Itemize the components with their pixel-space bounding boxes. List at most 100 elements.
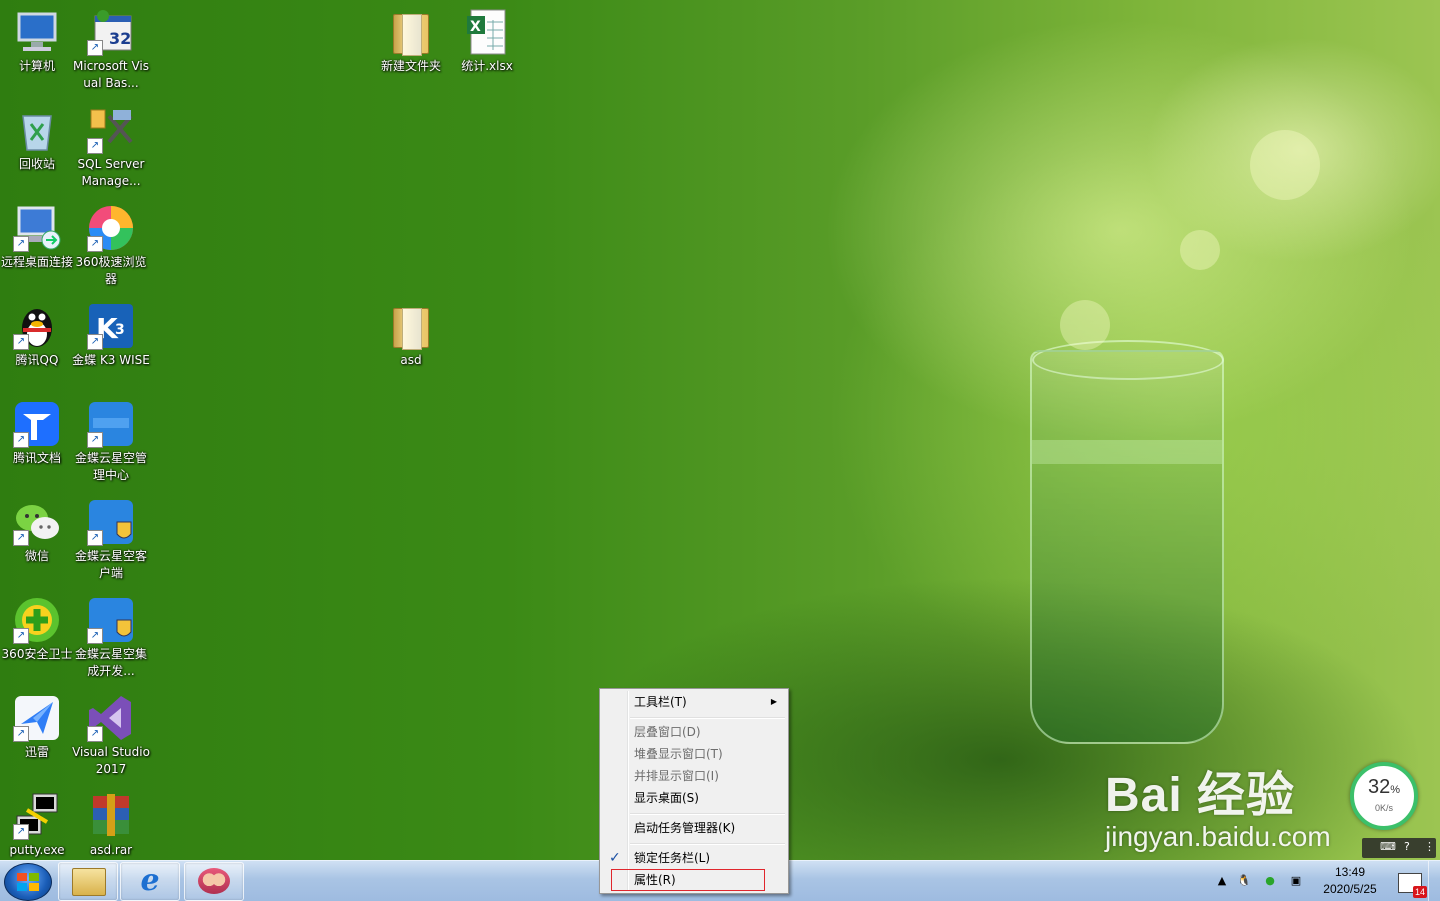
visual-basic-icon: 32 ↗ xyxy=(87,8,135,56)
remote-desktop-icon: ↗ xyxy=(13,204,61,252)
menu-item-side-by-side[interactable]: 并排显示窗口(I) xyxy=(603,765,785,787)
desktop-icon-kingdee-client[interactable]: ↗ 金蝶云星空客户端 xyxy=(72,494,150,582)
desktop-icon-qq[interactable]: ↗ 腾讯QQ xyxy=(0,298,76,369)
icon-label: 统计.xlsx xyxy=(461,59,513,73)
icon-label: 360安全卫士 xyxy=(1,647,73,661)
desktop-icon-sql-server[interactable]: ↗ SQL Server Manage... xyxy=(72,102,150,190)
desktop-icon-360-safe[interactable]: ↗ 360安全卫士 xyxy=(0,592,76,663)
wechat-tray-icon[interactable]: ● xyxy=(1262,873,1278,889)
recycle-bin-icon xyxy=(13,106,61,154)
icon-label: Visual Studio 2017 xyxy=(72,745,150,776)
menu-separator xyxy=(630,717,785,719)
icon-label: SQL Server Manage... xyxy=(77,157,145,188)
qq-penguin-icon: ↗ xyxy=(13,302,61,350)
svg-text:3: 3 xyxy=(115,322,125,338)
kingdee-cloud-icon: ↗ xyxy=(87,400,135,448)
vb-32-badge: 32 xyxy=(109,29,131,48)
desktop-icon-computer[interactable]: 计算机 xyxy=(0,4,76,75)
menu-item-stack-windows[interactable]: 堆叠显示窗口(T) xyxy=(603,743,785,765)
icon-label: putty.exe xyxy=(9,843,65,857)
folder-icon xyxy=(387,8,435,56)
internet-explorer-icon: e xyxy=(140,863,160,898)
menu-item-cascade-windows[interactable]: 层叠窗口(D) xyxy=(603,721,785,743)
wallpaper-bokeh xyxy=(1060,300,1110,350)
desktop-icon-xunlei[interactable]: ↗ 迅雷 xyxy=(0,690,76,761)
icon-label: 微信 xyxy=(24,549,49,563)
action-center-icon[interactable]: 14 xyxy=(1398,873,1427,898)
shortcut-arrow-icon: ↗ xyxy=(87,334,103,350)
kingdee-k3-icon: K3 ↗ xyxy=(87,302,135,350)
shortcut-arrow-icon: ↗ xyxy=(13,628,29,644)
icon-label: asd.rar xyxy=(89,843,133,857)
desktop-icon-remote-desktop[interactable]: ↗ 远程桌面连接 xyxy=(0,200,76,271)
users-app-icon xyxy=(198,868,230,894)
desktop-icon-tencent-docs[interactable]: ↗ 腾讯文档 xyxy=(0,396,76,467)
show-hidden-icons-arrow-icon[interactable]: ▲ xyxy=(1214,873,1230,889)
show-desktop-button[interactable] xyxy=(1428,861,1440,901)
icon-label: 金蝶 K3 WISE xyxy=(72,353,150,367)
wallpaper-bokeh xyxy=(1180,230,1220,270)
icon-label: asd xyxy=(400,353,422,367)
shortcut-arrow-icon: ↗ xyxy=(13,530,29,546)
options-icon[interactable]: ⋮ xyxy=(1424,840,1435,853)
checkmark-icon: ✓ xyxy=(609,850,621,866)
network-tray-icon[interactable]: ▣ xyxy=(1288,873,1304,889)
wallpaper-glass xyxy=(1030,350,1224,744)
icon-label: 360极速浏览器 xyxy=(75,255,147,286)
desktop-icon-putty[interactable]: ↗ putty.exe xyxy=(0,788,76,859)
kingdee-cloud-shield-icon: ↗ xyxy=(87,596,135,644)
menu-item-show-desktop[interactable]: 显示桌面(S) xyxy=(603,787,785,809)
shortcut-arrow-icon: ↗ xyxy=(87,138,103,154)
submenu-arrow-icon: ▶ xyxy=(770,697,777,706)
folder-icon xyxy=(72,868,106,896)
menu-separator xyxy=(630,843,785,845)
desktop-icon-asd-folder[interactable]: asd xyxy=(372,298,450,369)
shortcut-arrow-icon: ↗ xyxy=(13,824,29,840)
wallpaper-bokeh xyxy=(1250,130,1320,200)
watermark-url: jingyan.baidu.com xyxy=(1105,821,1331,852)
taskbar-ie-button[interactable]: e xyxy=(120,862,180,901)
svg-text:X: X xyxy=(470,19,481,35)
desktop-icon-visual-studio[interactable]: ↗ Visual Studio 2017 xyxy=(72,690,150,778)
baidu-jingyan-watermark: Bai 经验 jingyan.baidu.com xyxy=(1105,770,1331,852)
language-bar[interactable]: ⌨ ? ⋮ xyxy=(1362,838,1436,858)
clock-date: 2020/5/25 xyxy=(1323,882,1377,896)
excel-file-icon: X xyxy=(463,8,511,56)
shortcut-arrow-icon: ↗ xyxy=(87,530,103,546)
menu-item-lock-taskbar[interactable]: ✓ 锁定任务栏(L) xyxy=(603,847,785,869)
wechat-icon: ↗ xyxy=(13,498,61,546)
menu-item-toolbars[interactable]: 工具栏(T) ▶ xyxy=(603,691,785,713)
taskbar-context-menu: 工具栏(T) ▶ 层叠窗口(D) 堆叠显示窗口(T) 并排显示窗口(I) 显示桌… xyxy=(599,688,789,894)
taskbar-explorer-button[interactable] xyxy=(58,862,118,901)
taskbar-app-button[interactable] xyxy=(184,862,244,901)
shortcut-arrow-icon: ↗ xyxy=(13,432,29,448)
desktop-icon-kingdee-dev[interactable]: ↗ 金蝶云星空集成开发... xyxy=(72,592,150,680)
keyboard-icon[interactable]: ⌨ xyxy=(1380,840,1396,853)
notification-badge: 14 xyxy=(1412,886,1427,898)
desktop-icon-wechat[interactable]: ↗ 微信 xyxy=(0,494,76,565)
clock[interactable]: 13:49 2020/5/25 xyxy=(1316,864,1384,898)
kingdee-cloud-shield-icon: ↗ xyxy=(87,498,135,546)
shortcut-arrow-icon: ↗ xyxy=(87,726,103,742)
desktop-icon-asd-rar[interactable]: asd.rar xyxy=(72,788,150,859)
shortcut-arrow-icon: ↗ xyxy=(87,628,103,644)
start-button[interactable] xyxy=(4,863,52,901)
qq-tray-icon[interactable]: 🐧 xyxy=(1236,873,1252,889)
shortcut-arrow-icon: ↗ xyxy=(87,40,103,56)
icon-label: 金蝶云星空管理中心 xyxy=(74,451,147,482)
desktop-icon-kingdee-admin[interactable]: ↗ 金蝶云星空管理中心 xyxy=(72,396,150,484)
desktop-icon-kingdee-k3[interactable]: K3 ↗ 金蝶 K3 WISE xyxy=(72,298,150,369)
desktop-icon-new-folder[interactable]: 新建文件夹 xyxy=(372,4,450,75)
tencent-docs-icon: ↗ xyxy=(13,400,61,448)
xunlei-bird-icon: ↗ xyxy=(13,694,61,742)
desktop-icon-visual-basic[interactable]: 32 ↗ Microsoft Visual Bas... xyxy=(72,4,150,92)
desktop-icon-360-browser[interactable]: ↗ 360极速浏览器 xyxy=(72,200,150,288)
desktop-icon-recycle-bin[interactable]: 回收站 xyxy=(0,102,76,173)
network-speed-widget[interactable]: 32% 0K/s xyxy=(1350,762,1418,830)
desktop-icon-xlsx[interactable]: X 统计.xlsx xyxy=(448,4,526,75)
widget-percent: 32% xyxy=(1367,776,1401,798)
help-icon[interactable]: ? xyxy=(1404,840,1410,853)
visual-studio-icon: ↗ xyxy=(87,694,135,742)
menu-item-task-manager[interactable]: 启动任务管理器(K) xyxy=(603,817,785,839)
annotation-highlight-box xyxy=(611,869,765,891)
